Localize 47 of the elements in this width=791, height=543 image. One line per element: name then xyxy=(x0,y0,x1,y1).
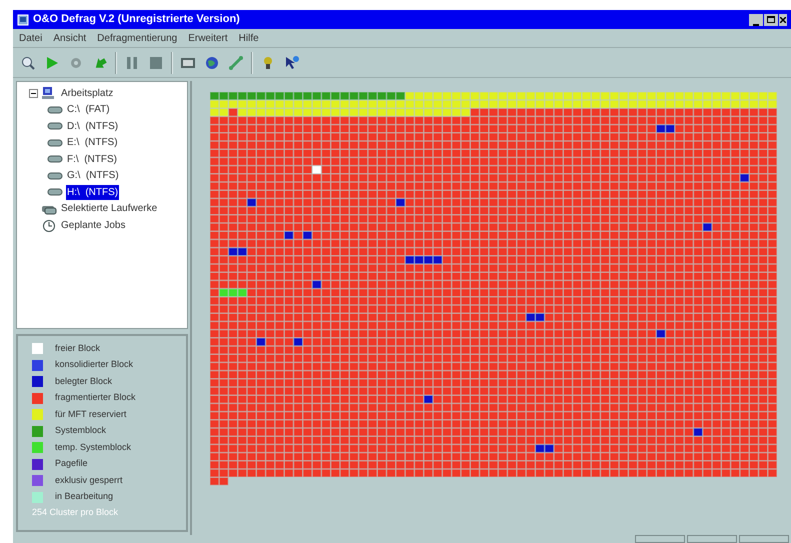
minimize-icon xyxy=(753,24,759,26)
status-panel xyxy=(635,535,685,543)
expander-icon[interactable] xyxy=(29,88,38,98)
wrench-icon xyxy=(228,54,244,70)
legend-label: Pagefile xyxy=(55,457,88,470)
maximize-button[interactable] xyxy=(764,14,778,26)
menu-item[interactable]: Hilfe xyxy=(238,30,259,46)
legend-label: konsolidierter Block xyxy=(55,358,134,372)
status-panel xyxy=(739,535,789,543)
cluster-note: 254 Cluster pro Block xyxy=(32,506,120,518)
tree-item[interactable]: F:\ (NTFS) xyxy=(66,152,118,167)
tree-item[interactable]: H:\ (NTFS) xyxy=(66,184,120,200)
menu-item[interactable]: Erweitert xyxy=(188,30,228,46)
computer-icon xyxy=(41,86,57,100)
toolbar-button[interactable] xyxy=(283,54,301,72)
tree-item[interactable]: Geplante Jobs xyxy=(60,218,126,233)
legend-label: temp. Systemblock xyxy=(55,440,132,454)
maximize-icon xyxy=(767,16,775,23)
menu-item[interactable]: Ansicht xyxy=(53,30,86,46)
tree-item[interactable]: G:\ (NTFS) xyxy=(66,168,120,184)
close-icon xyxy=(780,16,786,22)
magnifier-icon xyxy=(20,54,36,70)
legend-label: fragmentierter Block xyxy=(55,391,136,404)
legend-label: in Bearbeitung xyxy=(55,490,114,504)
globe-icon xyxy=(204,54,220,70)
stop-icon xyxy=(148,54,164,70)
pause-icon xyxy=(124,54,140,70)
tree-item[interactable]: D:\ (NTFS) xyxy=(66,118,120,134)
tree-item[interactable]: Arbeitsplatz xyxy=(60,86,114,101)
play-icon xyxy=(44,54,60,70)
tree-item[interactable]: Selektierte Laufwerke xyxy=(60,201,158,216)
tree-item[interactable]: E:\ (NTFS) xyxy=(66,135,119,150)
tree-item[interactable]: C:\ (FAT) xyxy=(66,102,111,118)
help-icon xyxy=(284,54,300,70)
legend-label: exklusiv gesperrt xyxy=(55,474,123,487)
close-button[interactable] xyxy=(779,14,787,26)
menu-item[interactable]: Defragmentierung xyxy=(97,30,178,46)
status-panel xyxy=(687,535,737,543)
clock-icon xyxy=(41,218,57,232)
legend-label: freier Block xyxy=(55,342,100,355)
menu-item[interactable]: Datei xyxy=(19,30,42,46)
window-title: O&O Defrag V.2 (Unregistrierte Version) xyxy=(33,12,240,28)
legend-label: belegter Block xyxy=(55,374,112,388)
minimize-button[interactable] xyxy=(749,14,763,26)
legend-label: für MFT reserviert xyxy=(55,408,126,421)
legend-label: Systemblock xyxy=(55,424,106,438)
app-icon xyxy=(17,14,29,26)
